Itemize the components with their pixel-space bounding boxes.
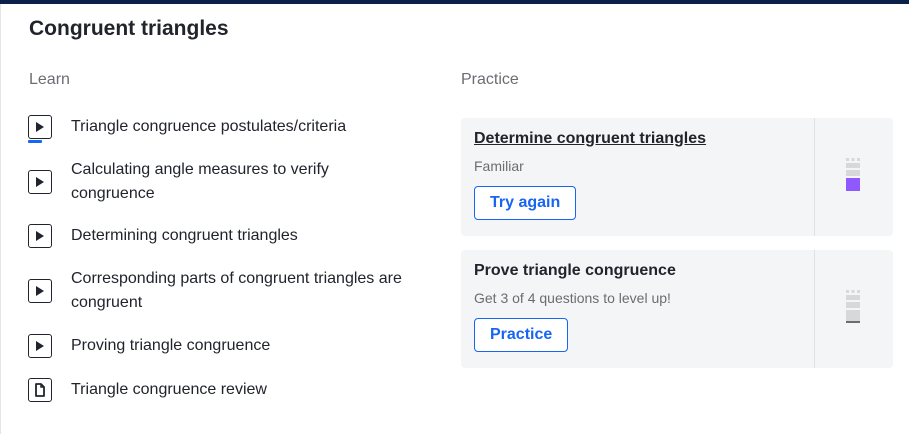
learn-item-corresponding-parts[interactable]: Corresponding parts of congruent triangl… <box>28 267 411 315</box>
learn-item-triangle-congruence-review[interactable]: Triangle congruence review <box>28 378 411 402</box>
progress-indicator <box>27 140 42 143</box>
practice-label: Practice <box>461 71 519 88</box>
mastery-tower-icon <box>846 158 860 191</box>
mastery-tower-icon <box>846 290 860 323</box>
practice-button[interactable]: Practice <box>474 318 569 352</box>
try-again-button[interactable]: Try again <box>474 186 577 220</box>
learn-item-label: Triangle congruence review <box>71 381 267 398</box>
top-bar <box>0 0 909 4</box>
practice-card-title[interactable]: Prove triangle congruence <box>474 262 676 280</box>
learn-item-calculating-angle-measures[interactable]: Calculating angle measures to verify con… <box>28 158 411 206</box>
practice-card-status: Get 3 of 4 questions to level up! <box>474 290 671 306</box>
video-icon <box>28 170 52 194</box>
practice-card-title[interactable]: Determine congruent triangles <box>474 130 706 148</box>
video-icon <box>28 224 52 248</box>
learn-item-label: Determining congruent triangles <box>71 227 298 244</box>
learn-item-label: Corresponding parts of congruent triangl… <box>71 270 402 311</box>
practice-card-prove-triangle-congruence: Prove triangle congruence Get 3 of 4 que… <box>461 250 893 368</box>
video-icon <box>28 334 52 358</box>
page-title: Congruent triangles <box>29 17 229 40</box>
card-divider <box>814 250 815 368</box>
card-divider <box>814 118 815 236</box>
learn-item-triangle-congruence-postulates[interactable]: Triangle congruence postulates/criteria <box>27 115 411 143</box>
practice-card-determine-congruent-triangles: Determine congruent triangles Familiar T… <box>461 118 893 236</box>
practice-card-status: Familiar <box>474 158 524 174</box>
video-icon <box>27 115 52 143</box>
learn-item-label: Triangle congruence postulates/criteria <box>71 118 347 135</box>
left-border <box>0 4 1 434</box>
article-icon <box>28 378 52 402</box>
learn-item-label: Calculating angle measures to verify con… <box>71 161 329 202</box>
learn-item-determining-congruent-triangles[interactable]: Determining congruent triangles <box>28 224 411 248</box>
learn-item-proving-triangle-congruence[interactable]: Proving triangle congruence <box>28 334 411 358</box>
learn-label: Learn <box>29 71 70 88</box>
video-icon <box>28 279 52 303</box>
learn-item-label: Proving triangle congruence <box>71 337 271 354</box>
